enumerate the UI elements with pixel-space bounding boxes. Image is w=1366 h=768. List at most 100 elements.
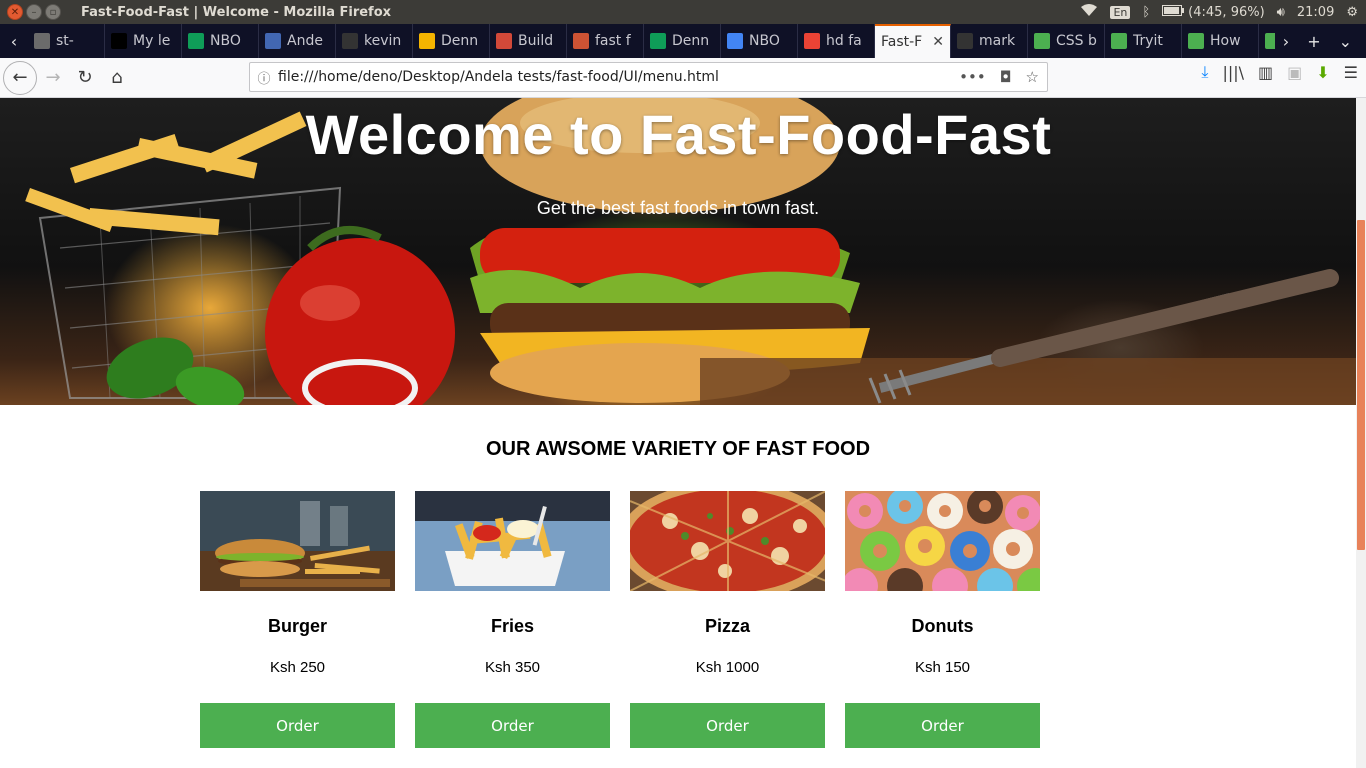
tab-label: How xyxy=(1210,33,1241,49)
menu-card-donuts: Donuts Ksh 150 Order xyxy=(845,491,1040,748)
url-text[interactable]: file:///home/deno/Desktop/Andela tests/f… xyxy=(278,69,959,85)
new-tab-button[interactable]: + xyxy=(1307,32,1320,51)
browser-tab[interactable]: Tryit xyxy=(1259,24,1275,58)
tab-strip-controls: › + ⌄ xyxy=(1275,32,1366,51)
order-button-burger[interactable]: Order xyxy=(200,703,395,748)
battery-indicator[interactable]: (4:45, 96%) xyxy=(1162,4,1265,20)
arrow-right-icon: → xyxy=(45,67,61,88)
page-icon xyxy=(34,33,50,49)
back-button[interactable]: ← xyxy=(3,60,37,95)
forward-button[interactable]: → xyxy=(37,62,69,94)
travis-icon xyxy=(573,33,589,49)
sidebar-icon[interactable]: ▥ xyxy=(1258,63,1273,82)
tab-label: Denn xyxy=(672,33,710,49)
browser-tab[interactable]: CSS b xyxy=(1028,24,1105,58)
hero-banner: Welcome to Fast-Food-Fast Get the best f… xyxy=(0,98,1356,405)
sheets-icon xyxy=(650,33,666,49)
menu-cards: Burger Ksh 250 Order Fries Ksh 350 Order… xyxy=(200,491,1040,748)
item-price: Ksh 1000 xyxy=(695,659,760,676)
pizza-image xyxy=(630,491,825,591)
browser-tab[interactable]: st- xyxy=(28,24,105,58)
tab-active[interactable]: Fast-F ✕ xyxy=(875,24,951,58)
browser-tab[interactable]: Denn xyxy=(644,24,721,58)
window-titlebar: ✕ – ▫ Fast-Food-Fast | Welcome - Mozilla… xyxy=(0,0,1366,24)
system-settings-icon[interactable]: ⚙ xyxy=(1346,5,1358,20)
tab-label: Build xyxy=(518,33,554,49)
page-actions-icon[interactable]: ••• xyxy=(959,68,986,86)
tab-label: Tryit xyxy=(1133,33,1163,49)
tab-label: st- xyxy=(56,33,74,49)
order-button-donuts[interactable]: Order xyxy=(845,703,1040,748)
scrollbar-thumb[interactable] xyxy=(1357,220,1365,550)
toolbar-right: ⤓ |||\ ▥ ▣ ⬇ ☰ xyxy=(1201,62,1358,82)
arrow-left-icon: ← xyxy=(12,67,28,88)
home-button[interactable]: ⌂ xyxy=(101,62,133,94)
docs-icon xyxy=(727,33,743,49)
close-tab-icon[interactable]: ✕ xyxy=(932,34,944,50)
reload-button[interactable]: ↻ xyxy=(69,62,101,94)
tab-label: fast f xyxy=(595,33,631,49)
page-scrollbar[interactable] xyxy=(1356,98,1366,768)
bookmark-star-icon[interactable]: ☆ xyxy=(1026,68,1039,86)
downloads-icon[interactable]: ⤓ xyxy=(1201,62,1208,82)
pocket-icon[interactable]: ◘ xyxy=(1000,68,1012,86)
browser-tab[interactable]: NBO xyxy=(182,24,259,58)
browser-tab[interactable]: Tryit xyxy=(1105,24,1182,58)
system-tray: En ᛒ (4:45, 96%) 🔊︎ 21:09 ⚙ xyxy=(1080,3,1358,21)
github-icon xyxy=(957,33,973,49)
browser-tab[interactable]: fast f xyxy=(567,24,644,58)
tab-list: st- My le NBO Ande kevin Denn Build fast f Denn N… xyxy=(28,24,1275,58)
item-price: Ksh 250 xyxy=(269,659,326,676)
order-button-pizza[interactable]: Order xyxy=(630,703,825,748)
menu-hamburger-icon[interactable]: ☰ xyxy=(1344,63,1358,82)
browser-tab[interactable]: My le xyxy=(105,24,182,58)
w3schools-icon xyxy=(1034,33,1050,49)
donuts-image xyxy=(845,491,1040,591)
tabs-scroll-left-button[interactable]: ‹ xyxy=(0,24,28,58)
order-button-fries[interactable]: Order xyxy=(415,703,610,748)
menu-card-pizza: Pizza Ksh 1000 Order xyxy=(630,491,825,748)
extension-icon[interactable]: ▣ xyxy=(1287,63,1302,82)
wifi-icon[interactable] xyxy=(1080,3,1098,21)
browser-tab[interactable]: NBO xyxy=(721,24,798,58)
tab-label: hd fa xyxy=(826,33,862,49)
list-all-tabs-button[interactable]: ⌄ xyxy=(1339,32,1352,51)
browser-tab[interactable]: kevin xyxy=(336,24,413,58)
tab-strip: ‹ st- My le NBO Ande kevin Denn Build fast f Den… xyxy=(0,24,1366,58)
navigation-toolbar: ← → ↻ ⌂ ⓘ file:///home/deno/Desktop/Ande… xyxy=(0,58,1366,98)
clock[interactable]: 21:09 xyxy=(1297,5,1334,20)
menu-card-burger: Burger Ksh 250 Order xyxy=(200,491,395,748)
browser-tab[interactable]: How xyxy=(1182,24,1259,58)
home-icon: ⌂ xyxy=(111,67,123,88)
tab-label: Denn xyxy=(441,33,479,49)
w3schools-icon xyxy=(1265,33,1275,49)
fries-image xyxy=(415,491,610,591)
maximize-window-button[interactable]: ▫ xyxy=(45,4,61,20)
tab-label: CSS b xyxy=(1056,33,1097,49)
drive-icon xyxy=(419,33,435,49)
keyboard-layout-indicator[interactable]: En xyxy=(1110,5,1131,19)
item-price: Ksh 350 xyxy=(484,659,541,676)
medium-icon xyxy=(111,33,127,49)
close-window-button[interactable]: ✕ xyxy=(7,4,23,20)
bluetooth-icon[interactable]: ᛒ xyxy=(1142,5,1150,20)
volume-icon[interactable]: 🔊︎ xyxy=(1277,5,1285,20)
browser-tab[interactable]: hd fa xyxy=(798,24,875,58)
browser-tab[interactable]: Denn xyxy=(413,24,490,58)
tab-label: kevin xyxy=(364,33,402,49)
tab-label: Fast-F xyxy=(881,34,923,50)
address-bar[interactable]: ⓘ file:///home/deno/Desktop/Andela tests… xyxy=(249,62,1048,92)
item-name: Fries xyxy=(490,616,535,636)
tab-label: mark xyxy=(979,33,1016,49)
w3schools-icon xyxy=(1111,33,1127,49)
site-info-icon[interactable]: ⓘ xyxy=(250,68,278,87)
download-helper-icon[interactable]: ⬇ xyxy=(1316,63,1329,82)
browser-tab[interactable]: Build xyxy=(490,24,567,58)
browser-tab[interactable]: mark xyxy=(951,24,1028,58)
tabs-scroll-right-button[interactable]: › xyxy=(1283,32,1289,51)
library-icon[interactable]: |||\ xyxy=(1222,63,1244,82)
reload-icon: ↻ xyxy=(77,67,93,88)
browser-tab[interactable]: Ande xyxy=(259,24,336,58)
minimize-window-button[interactable]: – xyxy=(26,4,42,20)
item-name: Donuts xyxy=(911,616,974,636)
